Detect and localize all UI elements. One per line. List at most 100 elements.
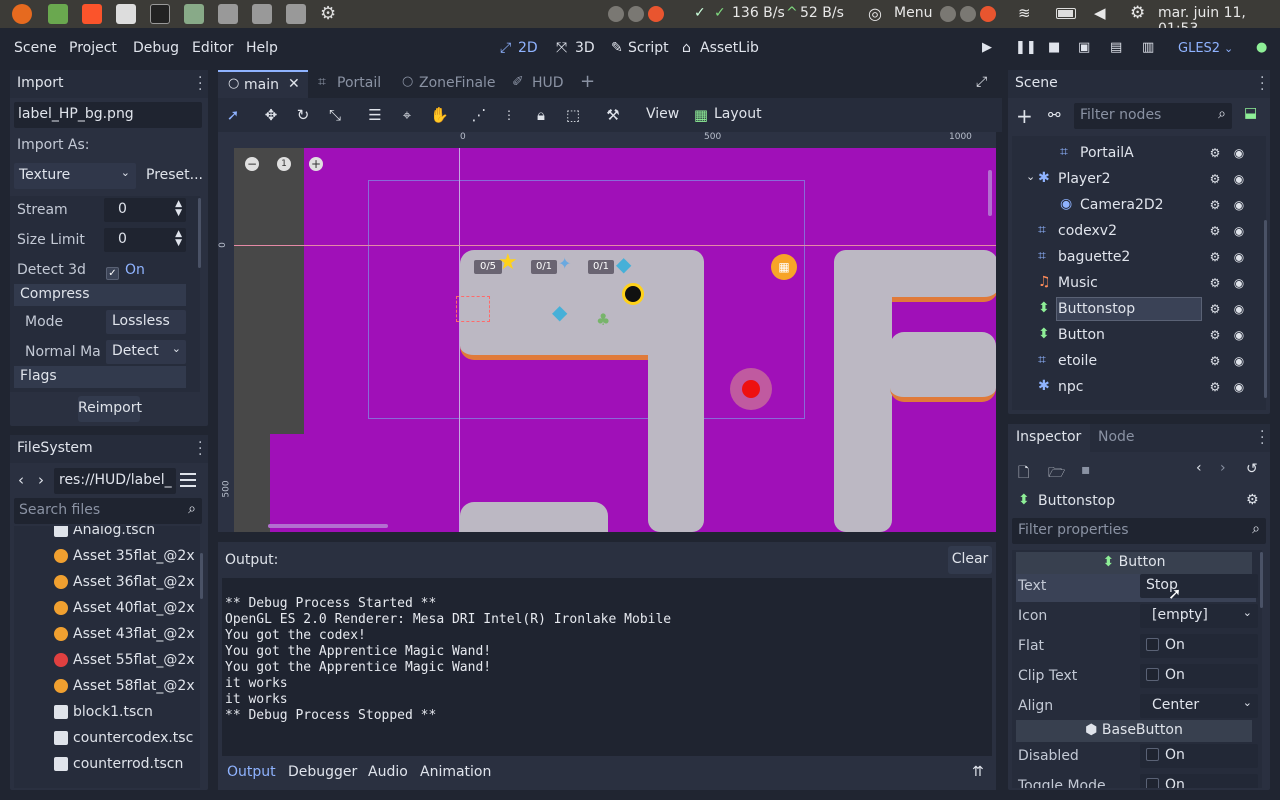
menu-label[interactable]: Menu: [894, 5, 932, 21]
instance-scene-icon[interactable]: ⬓: [1244, 105, 1257, 121]
bone-icon[interactable]: ⚒: [604, 106, 622, 124]
checkbox-icon[interactable]: [1146, 638, 1159, 651]
node-signal-icon[interactable]: ⚙: [1208, 224, 1222, 238]
inspector-scrollbar[interactable]: [1260, 552, 1263, 608]
tab-inspector[interactable]: Inspector: [1008, 424, 1090, 452]
minimize-icon[interactable]: [940, 6, 956, 22]
normal-map-select[interactable]: Detect ⌄: [106, 340, 186, 364]
firefox-icon[interactable]: [12, 4, 32, 24]
scene-tree-node[interactable]: ⌗ baguette2 ⚙ ◉: [1012, 244, 1266, 270]
codex-sprite[interactable]: ◆: [552, 300, 567, 324]
menu-scene[interactable]: Scene: [14, 40, 57, 56]
checkbox-icon[interactable]: [1146, 778, 1159, 788]
compress-section[interactable]: Compress: [14, 284, 186, 306]
filesystem-tab[interactable]: FileSystem · · ·: [10, 435, 208, 463]
visibility-eye-icon[interactable]: ◉: [1232, 276, 1246, 290]
select-tool-icon[interactable]: ➚: [224, 106, 242, 124]
save-icon[interactable]: ▪: [1081, 462, 1091, 478]
pause-icon[interactable]: ❚❚: [1015, 40, 1037, 55]
zoom-reset-button[interactable]: 1: [277, 157, 291, 171]
close-tab-icon[interactable]: ✕: [288, 76, 300, 92]
filter-nodes-input[interactable]: Filter nodes ⌕: [1074, 103, 1232, 129]
app-icon[interactable]: [116, 4, 136, 24]
rotate-tool-icon[interactable]: ↻: [294, 106, 312, 124]
view-menu[interactable]: View: [646, 106, 679, 122]
node-signal-icon[interactable]: ⚙: [1208, 354, 1222, 368]
file-list-item[interactable]: countercodex.tsc: [14, 726, 194, 752]
node-signal-icon[interactable]: ⚙: [1208, 380, 1222, 394]
file-list-item[interactable]: Analog.tscn: [14, 526, 194, 544]
visibility-eye-icon[interactable]: ◉: [1232, 354, 1246, 368]
group-icon[interactable]: ⬚: [564, 106, 582, 124]
list-view-icon[interactable]: [180, 473, 196, 487]
detect3d-checkbox[interactable]: ✓ On: [106, 262, 145, 280]
close-icon[interactable]: [648, 6, 664, 22]
scale-tool-icon[interactable]: ⤡: [326, 106, 344, 124]
vertical-ruler[interactable]: 0 500: [218, 148, 234, 532]
kebab-menu-icon[interactable]: · · ·: [1260, 71, 1264, 97]
visibility-eye-icon[interactable]: ◉: [1232, 302, 1246, 316]
import-tab[interactable]: Import · · ·: [10, 70, 208, 98]
lock-icon[interactable]: 🔒︎: [532, 106, 550, 124]
history-icon[interactable]: ↺: [1246, 461, 1258, 477]
checkbox-icon[interactable]: [1146, 748, 1159, 761]
node-signal-icon[interactable]: ⚙: [1208, 276, 1222, 290]
pan-tool-icon[interactable]: ✋: [430, 106, 449, 124]
reimport-button[interactable]: Reimport: [78, 396, 142, 422]
file-list-item[interactable]: Asset 35flat_@2x: [14, 544, 195, 570]
scene-scrollbar[interactable]: [1264, 220, 1267, 398]
unknown-app-icon[interactable]: [286, 4, 306, 24]
property-value[interactable]: On: [1140, 634, 1258, 658]
stream-spinbox[interactable]: 0 ▲ ▼: [104, 198, 186, 222]
workspace-3d[interactable]: 3D: [575, 40, 595, 56]
npc-sprite[interactable]: ♣: [596, 310, 610, 329]
menu-debug[interactable]: Debug: [133, 40, 179, 56]
wifi-icon[interactable]: ≋: [1018, 4, 1031, 22]
h-scrollbar[interactable]: [268, 524, 388, 528]
pin-panel-icon[interactable]: ⇈: [972, 764, 984, 780]
visibility-eye-icon[interactable]: ◉: [1232, 328, 1246, 342]
file-list-item[interactable]: Asset 36flat_@2x: [14, 570, 195, 596]
layout-menu[interactable]: Layout: [714, 106, 762, 122]
list-select-icon[interactable]: ☰: [366, 106, 384, 124]
analog-stick[interactable]: [730, 368, 772, 410]
visibility-eye-icon[interactable]: ◉: [1232, 224, 1246, 238]
file-list-item[interactable]: Asset 40flat_@2x: [14, 596, 195, 622]
history-forward-icon[interactable]: ›: [1220, 460, 1226, 476]
pivot-tool-icon[interactable]: ⌖: [398, 106, 416, 124]
import-as-select[interactable]: Texture ⌄: [14, 163, 136, 189]
clear-button[interactable]: Clear: [948, 546, 992, 574]
file-list-item[interactable]: Asset 43flat_@2x: [14, 622, 195, 648]
archive-icon[interactable]: [184, 4, 204, 24]
flags-section[interactable]: Flags: [14, 366, 186, 388]
play-scene-icon[interactable]: ▣: [1078, 40, 1090, 55]
settings-gear-icon[interactable]: ⚙: [1130, 3, 1145, 23]
output-log[interactable]: ** Debug Process Started ** OpenGL ES 2.0…: [222, 578, 992, 756]
visibility-eye-icon[interactable]: ◉: [1232, 380, 1246, 394]
workspace-assetlib[interactable]: AssetLib: [700, 40, 759, 56]
joystick-button-icon[interactable]: ▦: [771, 254, 797, 280]
tab-hud[interactable]: ✐ HUD: [510, 70, 570, 98]
import-scrollbar[interactable]: [198, 198, 201, 268]
node-signal-icon[interactable]: ⚙: [1208, 250, 1222, 264]
property-value[interactable]: On: [1140, 664, 1258, 688]
battery-icon[interactable]: [1056, 8, 1076, 19]
filesystem-tab-label[interactable]: FileSystem: [17, 440, 93, 456]
scene-tree-node[interactable]: ♫ Music ⚙ ◉: [1012, 270, 1266, 296]
visibility-eye-icon[interactable]: ◉: [1232, 198, 1246, 212]
checkbox-icon[interactable]: [1146, 668, 1159, 681]
move-tool-icon[interactable]: ✥: [262, 106, 280, 124]
property-value[interactable]: [empty] ⌄: [1140, 604, 1258, 628]
path-field[interactable]: res://HUD/label_: [54, 468, 176, 494]
mode-select[interactable]: Lossless: [106, 310, 186, 334]
clapper-icon[interactable]: ▥: [1142, 40, 1154, 55]
open-folder-icon[interactable]: 🗁︎: [1048, 462, 1065, 486]
scene-tree-node[interactable]: ⌗ codexv2 ⚙ ◉: [1012, 218, 1266, 244]
spin-arrows-icon[interactable]: ▲ ▼: [175, 230, 182, 248]
chevron-down-icon[interactable]: ⌄: [1026, 170, 1035, 183]
node-signal-icon[interactable]: ⚙: [1208, 172, 1222, 186]
brave-icon[interactable]: [82, 4, 102, 24]
back-arrow-icon[interactable]: ‹: [18, 471, 24, 489]
scene-tree-node[interactable]: ⌄ ✱ Player2 ⚙ ◉: [1012, 166, 1266, 192]
visibility-eye-icon[interactable]: ◉: [1232, 250, 1246, 264]
